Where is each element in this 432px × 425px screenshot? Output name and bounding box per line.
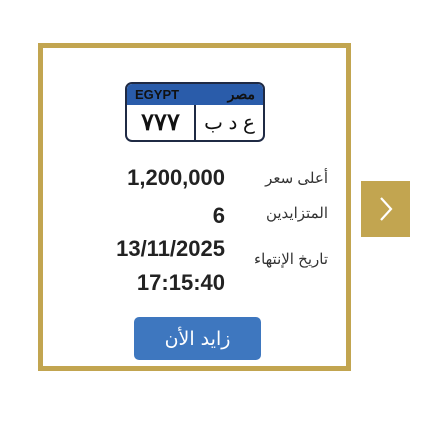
bid-now-button[interactable]: زايد الأن: [134, 317, 261, 360]
bidders-value: 6: [212, 203, 225, 228]
plate-country-en: EGYPT: [135, 87, 180, 102]
highest-price-label: أعلى سعر: [265, 170, 328, 187]
plate-number: ٧٧٧: [127, 105, 196, 140]
plate-country-band: EGYPT مصر: [127, 84, 263, 105]
plate-letters: ع د ب: [204, 112, 255, 134]
end-date-label: تاريخ الإنتهاء: [254, 251, 328, 268]
auction-card: EGYPT مصر ٧٧٧ ع د ب 1,200,000 أعلى سعر 6…: [38, 43, 351, 371]
end-date-value: 13/11/2025: [116, 236, 225, 261]
plate-country-ar: مصر: [227, 86, 255, 102]
plate-body: ٧٧٧ ع د ب: [127, 105, 263, 140]
end-time-value: 17:15:40: [136, 270, 225, 295]
bidders-label: المتزايدين: [265, 205, 328, 222]
chevron-right-icon: [379, 197, 392, 221]
highest-price-value: 1,200,000: [127, 165, 225, 190]
next-button[interactable]: [361, 181, 410, 237]
license-plate: EGYPT مصر ٧٧٧ ع د ب: [125, 82, 265, 142]
